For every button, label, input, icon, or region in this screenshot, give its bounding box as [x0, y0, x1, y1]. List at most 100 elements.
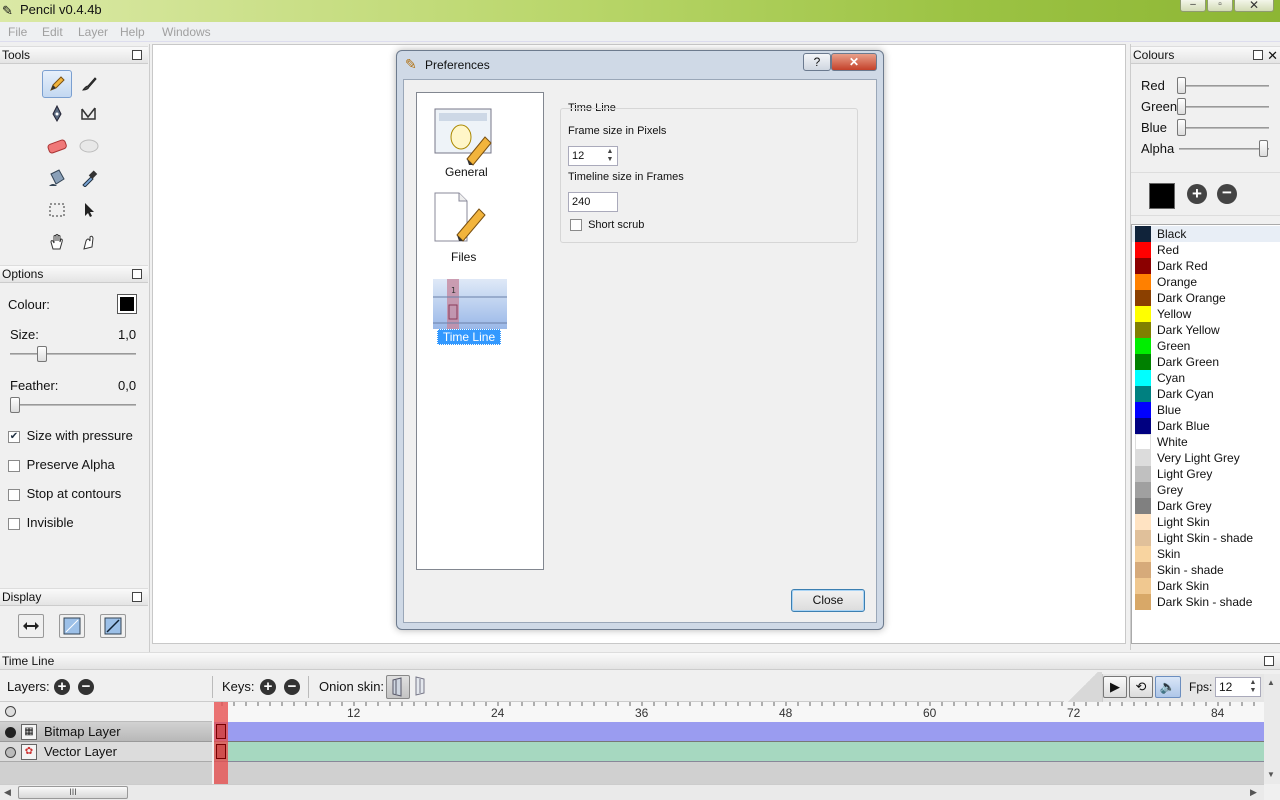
colour-swatch-button[interactable] — [117, 294, 137, 314]
menu-help[interactable]: Help — [120, 25, 145, 39]
remove-colour-icon[interactable]: − — [1217, 184, 1237, 204]
remove-layer-icon[interactable]: − — [78, 679, 94, 695]
palette-item[interactable]: Blue — [1132, 402, 1280, 418]
bucket-tool[interactable] — [42, 164, 72, 192]
checkbox-icon[interactable] — [570, 219, 582, 232]
palette-item[interactable]: Light Skin — [1132, 514, 1280, 530]
dialog-help-button[interactable]: ? — [803, 53, 831, 71]
blue-slider[interactable] — [1179, 127, 1269, 129]
eyedropper-tool[interactable] — [74, 164, 104, 192]
mirror-horizontal-button[interactable] — [18, 614, 44, 638]
palette-item[interactable]: Dark Grey — [1132, 498, 1280, 514]
visibility-all-icon[interactable] — [5, 706, 16, 717]
playhead[interactable] — [214, 702, 228, 784]
pen-tool[interactable] — [42, 100, 72, 128]
brush-tool[interactable] — [74, 70, 104, 98]
list-item-files-label[interactable]: Files — [451, 250, 476, 264]
bitmap-layer-track[interactable] — [214, 722, 1264, 742]
invisible-checkbox[interactable]: Invisible — [8, 515, 74, 530]
green-slider-knob[interactable] — [1177, 98, 1186, 115]
float-icon[interactable] — [1264, 656, 1274, 666]
feather-slider-track[interactable] — [10, 404, 136, 406]
palette-item[interactable]: Skin — [1132, 546, 1280, 562]
menu-layer[interactable]: Layer — [78, 25, 108, 39]
play-button[interactable]: ▶ — [1103, 676, 1127, 698]
sound-button[interactable]: 🔈 — [1155, 676, 1181, 698]
palette-item[interactable]: Orange — [1132, 274, 1280, 290]
preserve-alpha-checkbox[interactable]: Preserve Alpha — [8, 457, 115, 472]
remove-key-icon[interactable]: − — [284, 679, 300, 695]
close-icon[interactable]: ✕ — [1267, 47, 1278, 64]
alpha-slider-knob[interactable] — [1259, 140, 1268, 157]
palette-item[interactable]: Light Grey — [1132, 466, 1280, 482]
vector-layer-track[interactable] — [214, 742, 1264, 762]
spinbox-arrows-icon[interactable]: ▲ ▼ — [1247, 679, 1259, 695]
palette-item[interactable]: Dark Green — [1132, 354, 1280, 370]
palette-item[interactable]: Cyan — [1132, 370, 1280, 386]
eraser-tool[interactable] — [42, 132, 72, 160]
feather-slider-knob[interactable] — [10, 397, 20, 413]
clear-tool[interactable] — [74, 132, 104, 160]
red-slider[interactable] — [1179, 85, 1269, 87]
close-window-button[interactable]: ✕ — [1234, 0, 1274, 12]
palette-item[interactable]: Grey — [1132, 482, 1280, 498]
onion-prev-button[interactable] — [386, 675, 410, 699]
list-item-timeline[interactable]: 1 — [433, 279, 507, 329]
float-icon[interactable] — [132, 50, 142, 60]
frame-size-spinbox[interactable]: 12 ▲ ▼ — [568, 146, 618, 166]
checkbox-icon[interactable] — [8, 517, 20, 530]
palette-item[interactable]: Skin - shade — [1132, 562, 1280, 578]
timeline-size-field[interactable]: 240 — [568, 192, 618, 212]
show-outlines-button[interactable] — [100, 614, 126, 638]
pencil-tool[interactable] — [42, 70, 72, 98]
green-slider[interactable] — [1179, 106, 1269, 108]
keyframe-vector[interactable] — [216, 744, 226, 759]
palette-item[interactable]: White — [1132, 434, 1280, 450]
checkbox-icon[interactable] — [8, 459, 20, 472]
timeline-vscroll[interactable]: ▲ ▼ — [1264, 674, 1280, 784]
show-thin-lines-button[interactable] — [59, 614, 85, 638]
palette-item[interactable]: Light Skin - shade — [1132, 530, 1280, 546]
loop-button[interactable]: ⟲ — [1129, 676, 1153, 698]
palette-item[interactable]: Very Light Grey — [1132, 450, 1280, 466]
size-slider-knob[interactable] — [37, 346, 47, 362]
float-icon[interactable] — [132, 269, 142, 279]
current-colour-swatch[interactable] — [1149, 183, 1175, 209]
list-item-general[interactable] — [433, 107, 495, 169]
timeline-hscroll[interactable]: ◀ III ▶ — [0, 784, 1264, 800]
size-with-pressure-checkbox[interactable]: ✔ Size with pressure — [8, 428, 133, 443]
float-icon[interactable] — [1253, 50, 1263, 60]
palette-item[interactable]: Dark Skin - shade — [1132, 594, 1280, 610]
size-slider-track[interactable] — [10, 353, 136, 355]
alpha-slider[interactable] — [1179, 148, 1269, 150]
checkbox-icon[interactable] — [8, 488, 20, 501]
maximize-button[interactable]: ▫ — [1207, 0, 1233, 12]
layer-visible-icon[interactable] — [5, 747, 16, 758]
add-layer-icon[interactable]: + — [54, 679, 70, 695]
stop-at-contours-checkbox[interactable]: Stop at contours — [8, 486, 121, 501]
smudge-tool[interactable] — [74, 228, 104, 256]
timeline-ruler[interactable]: 112243648607284 — [214, 702, 1264, 722]
palette-item[interactable]: Yellow — [1132, 306, 1280, 322]
spinbox-arrows-icon[interactable]: ▲ ▼ — [604, 148, 616, 164]
layer-row-bitmap[interactable]: ▦ Bitmap Layer — [0, 722, 212, 742]
list-item-general-label[interactable]: General — [445, 165, 488, 179]
onion-next-button[interactable] — [412, 675, 432, 699]
polyline-tool[interactable] — [74, 100, 104, 128]
dialog-close-x-button[interactable]: ✕ — [831, 53, 877, 71]
list-item-timeline-label[interactable]: Time Line — [437, 329, 501, 345]
palette-item[interactable]: Dark Yellow — [1132, 322, 1280, 338]
layer-visible-icon[interactable] — [5, 727, 16, 738]
add-key-icon[interactable]: + — [260, 679, 276, 695]
red-slider-knob[interactable] — [1177, 77, 1186, 94]
select-tool[interactable] — [42, 196, 72, 224]
add-colour-icon[interactable]: + — [1187, 184, 1207, 204]
menu-edit[interactable]: Edit — [42, 25, 63, 39]
hscroll-thumb[interactable]: III — [18, 786, 128, 799]
palette-item[interactable]: Dark Orange — [1132, 290, 1280, 306]
short-scrub-checkbox[interactable]: Short scrub — [570, 219, 644, 232]
palette-item[interactable]: Red — [1132, 242, 1280, 258]
palette-item[interactable]: Dark Red — [1132, 258, 1280, 274]
palette-item[interactable]: Dark Skin — [1132, 578, 1280, 594]
layer-row-vector[interactable]: ✿ Vector Layer — [0, 742, 212, 762]
